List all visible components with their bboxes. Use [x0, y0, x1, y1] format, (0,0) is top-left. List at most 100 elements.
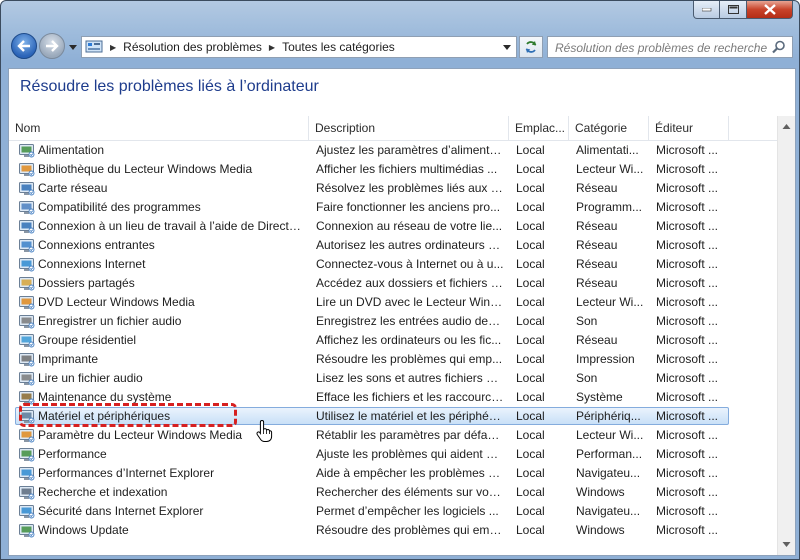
close-button[interactable]	[747, 1, 793, 19]
column-header-location[interactable]: Emplac...	[509, 116, 569, 140]
list-item[interactable]: Connexion à un lieu de travail à l’aide …	[9, 217, 777, 236]
list-item[interactable]: Connexions Internet Connectez-vous à Inte…	[9, 255, 777, 274]
column-header-name[interactable]: Nom	[9, 116, 309, 140]
list-item[interactable]: Carte réseau Résolvez les problèmes liés …	[9, 179, 777, 198]
item-name: Connexions Internet	[38, 257, 146, 271]
search-input[interactable]	[553, 38, 775, 58]
list-item[interactable]: Bibliothèque du Lecteur Windows Media Aff…	[9, 160, 777, 179]
ie-performance-icon	[19, 466, 35, 481]
list-item[interactable]: DVD Lecteur Windows Media Lire un DVD ave…	[9, 293, 777, 312]
close-icon	[763, 4, 776, 15]
hardware-devices-icon	[19, 409, 35, 424]
item-location: Local	[516, 447, 545, 461]
item-location: Local	[516, 314, 545, 328]
maximize-button[interactable]	[720, 1, 747, 19]
item-category: Réseau	[576, 257, 618, 271]
item-description: Ajustez les paramètres d’alimenta...	[316, 143, 504, 157]
item-name: Dossiers partagés	[38, 276, 135, 290]
address-bar[interactable]: ▶ Résolution des problèmes ▶ Toutes les …	[81, 36, 517, 58]
recent-pages-dropdown[interactable]	[67, 41, 79, 53]
item-editor: Microsoft ...	[656, 504, 719, 518]
list-item[interactable]: Maintenance du système Efface les fichier…	[9, 388, 777, 407]
list-item[interactable]: Performances d’Internet Explorer Aide à e…	[9, 464, 777, 483]
media-library-icon	[19, 162, 35, 177]
item-category: Réseau	[576, 181, 618, 195]
vertical-scrollbar[interactable]	[777, 116, 795, 555]
list-item[interactable]: Enregistrer un fichier audio Enregistrez …	[9, 312, 777, 331]
item-location: Local	[516, 162, 545, 176]
refresh-button[interactable]	[519, 36, 543, 58]
performance-icon	[19, 447, 35, 462]
item-description: Accédez aux dossiers et fichiers p...	[316, 276, 504, 290]
item-location: Local	[516, 523, 545, 537]
item-location: Local	[516, 333, 545, 347]
address-dropdown[interactable]	[501, 41, 513, 53]
item-category: Réseau	[576, 238, 618, 252]
item-name: Bibliothèque du Lecteur Windows Media	[38, 162, 253, 176]
item-name: Sécurité dans Internet Explorer	[38, 504, 204, 518]
item-location: Local	[516, 466, 545, 480]
record-audio-icon	[19, 314, 35, 329]
breadcrumb-troubleshooting[interactable]: Résolution des problèmes	[123, 40, 262, 54]
list-item[interactable]: Connexions entrantes Autorisez les autres…	[9, 236, 777, 255]
scroll-up-arrow-icon[interactable]	[782, 122, 791, 131]
item-name: Connexions entrantes	[38, 238, 155, 252]
list-item[interactable]: Paramètre du Lecteur Windows Media Rétabl…	[9, 426, 777, 445]
list-item[interactable]: Performance Ajuste les problèmes qui aide…	[9, 445, 777, 464]
program-compat-icon	[19, 200, 35, 215]
list-item[interactable]: Imprimante Résoudre les problèmes qui emp…	[9, 350, 777, 369]
dvd-icon	[19, 295, 35, 310]
item-name: Imprimante	[38, 352, 99, 366]
minimize-button[interactable]	[693, 1, 720, 19]
item-description: Résoudre des problèmes qui emp...	[316, 523, 504, 537]
item-category: Navigateu...	[576, 466, 641, 480]
column-header-editor[interactable]: Éditeur	[649, 116, 729, 140]
item-category: Performan...	[576, 447, 643, 461]
windows-update-icon	[19, 523, 35, 538]
item-location: Local	[516, 276, 545, 290]
item-editor: Microsoft ...	[656, 143, 719, 157]
minimize-icon	[701, 7, 711, 11]
forward-button[interactable]	[39, 33, 65, 59]
item-description: Ajuste les problèmes qui aident à ...	[316, 447, 504, 461]
list-item[interactable]: Sécurité dans Internet Explorer Permet d’…	[9, 502, 777, 521]
item-description: Enregistrez les entrées audio dep...	[316, 314, 504, 328]
homegroup-icon	[19, 333, 35, 348]
list-item[interactable]: Compatibilité des programmes Faire foncti…	[9, 198, 777, 217]
item-name: Maintenance du système	[38, 390, 172, 404]
item-description: Rétablir les paramètres par défaut...	[316, 428, 504, 442]
chevron-down-icon	[503, 44, 511, 50]
list-item[interactable]: Groupe résidentiel Affichez les ordinateu…	[9, 331, 777, 350]
item-editor: Microsoft ...	[656, 333, 719, 347]
item-description: Connexion au réseau de votre lie...	[316, 219, 503, 233]
list-item[interactable]: Lire un fichier audio Lisez les sons et a…	[9, 369, 777, 388]
list-item[interactable]: Windows Update Résoudre des problèmes qui…	[9, 521, 777, 540]
arrow-left-icon	[17, 40, 30, 52]
list-item-selected[interactable]: Matériel et périphériques Utilisez le mat…	[9, 407, 777, 426]
hand-cursor-icon	[256, 419, 273, 442]
item-category: Lecteur Wi...	[576, 295, 644, 309]
item-category: Périphériq...	[576, 409, 641, 423]
back-button[interactable]	[11, 33, 37, 59]
list-item[interactable]: Dossiers partagés Accédez aux dossiers et…	[9, 274, 777, 293]
search-icon[interactable]	[772, 40, 786, 54]
breadcrumb-separator-icon[interactable]: ▶	[269, 43, 275, 52]
item-description: Afficher les fichiers multimédias ...	[316, 162, 498, 176]
item-name: Groupe résidentiel	[38, 333, 137, 347]
search-indexing-icon	[19, 485, 35, 500]
item-category: Réseau	[576, 276, 618, 290]
troubleshooter-list: Nom Description Emplac... Catégorie Édit…	[9, 116, 777, 555]
item-category: Réseau	[576, 333, 618, 347]
item-name: Performance	[38, 447, 107, 461]
column-header-description[interactable]: Description	[309, 116, 509, 140]
list-item[interactable]: Alimentation Ajustez les paramètres d’ali…	[9, 141, 777, 160]
list-item[interactable]: Recherche et indexation Rechercher des él…	[9, 483, 777, 502]
breadcrumb-separator-icon: ▶	[110, 42, 117, 52]
scroll-down-arrow-icon[interactable]	[782, 540, 791, 549]
item-category: Lecteur Wi...	[576, 162, 644, 176]
item-category: Son	[576, 371, 598, 385]
breadcrumb-all-categories[interactable]: Toutes les catégories	[282, 40, 395, 54]
item-location: Local	[516, 390, 545, 404]
column-header-category[interactable]: Catégorie	[569, 116, 649, 140]
arrow-right-icon	[46, 40, 59, 52]
